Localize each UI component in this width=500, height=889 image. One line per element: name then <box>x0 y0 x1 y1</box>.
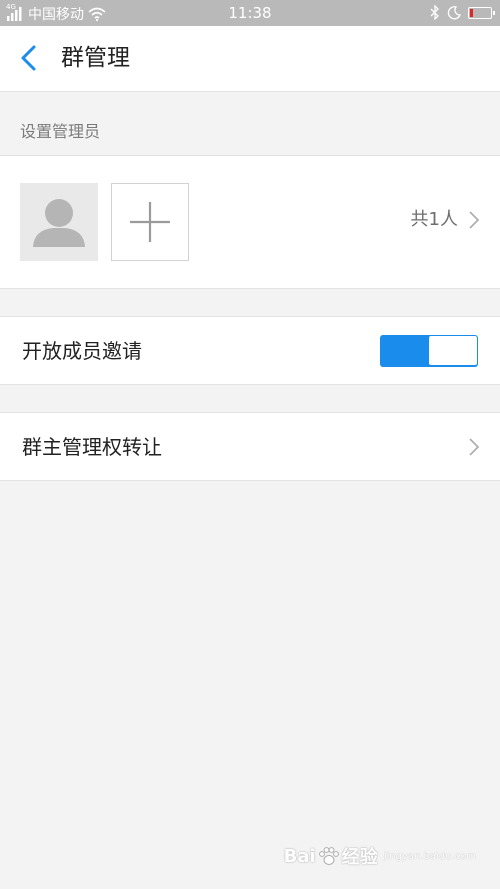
chevron-right-icon <box>468 210 480 230</box>
moon-icon <box>447 5 461 20</box>
admin-block: 共1人 <box>0 155 500 289</box>
status-bar: 4G 中国移动 11:38 <box>0 0 500 26</box>
back-button[interactable] <box>12 40 48 76</box>
open-invite-row: 开放成员邀请 <box>0 316 500 385</box>
toggle-knob <box>429 336 477 365</box>
add-admin-button[interactable] <box>111 183 189 261</box>
member-count-button[interactable]: 共1人 <box>411 208 480 232</box>
member-count: 共1人 <box>410 209 458 230</box>
watermark-sub: jingyan.baidu.com <box>383 850 476 862</box>
open-invite-label: 开放成员邀请 <box>22 339 142 363</box>
transfer-owner-row[interactable]: 群主管理权转让 <box>0 412 500 481</box>
paw-icon <box>318 845 340 867</box>
watermark-suffix: 经验 <box>341 847 378 868</box>
page-title: 群管理 <box>61 45 130 71</box>
avatar[interactable] <box>20 183 98 261</box>
baidu-watermark: Bai 经验 jingyan.baidu.com <box>284 843 476 869</box>
chevron-left-icon <box>12 40 48 76</box>
status-right <box>430 4 495 21</box>
transfer-owner-label: 群主管理权转让 <box>22 435 162 459</box>
header: 群管理 <box>0 26 500 92</box>
open-invite-toggle[interactable] <box>380 335 478 367</box>
plus-icon <box>112 184 188 260</box>
chevron-right-icon <box>468 437 480 457</box>
bluetooth-icon <box>430 4 440 21</box>
battery-level <box>470 8 473 17</box>
battery-icon <box>468 6 495 19</box>
person-placeholder-icon <box>20 183 98 261</box>
watermark-text: Bai <box>283 845 316 867</box>
section-label-admins: 设置管理员 <box>20 122 101 141</box>
status-time: 11:38 <box>228 4 272 22</box>
screen: 4G 中国移动 11:38 群管理 设置管理员 共1人 开放成员邀请 群主管理权… <box>0 0 500 889</box>
